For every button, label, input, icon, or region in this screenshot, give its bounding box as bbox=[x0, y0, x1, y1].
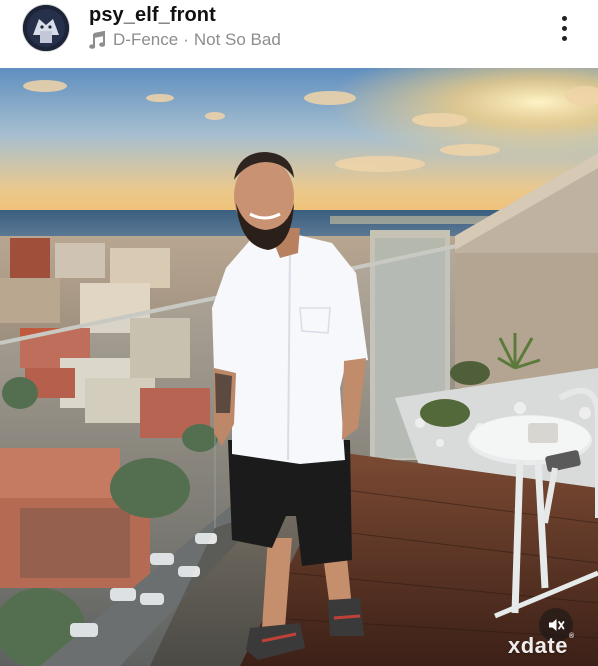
more-options-button[interactable] bbox=[548, 10, 580, 46]
post-photo[interactable]: xdate® bbox=[0, 68, 598, 666]
sunset-rooftop-image bbox=[0, 68, 598, 666]
post-header: psy_elf_front D-Fence · Not So Bad bbox=[0, 0, 598, 68]
watermark: xdate® bbox=[508, 633, 575, 658]
avatar-image bbox=[23, 5, 69, 51]
more-vertical-icon bbox=[561, 15, 567, 21]
music-track: Not So Bad bbox=[193, 30, 281, 49]
music-note-icon bbox=[89, 31, 105, 49]
speaker-muted-icon bbox=[549, 619, 565, 631]
music-info[interactable]: D-Fence · Not So Bad bbox=[89, 30, 281, 50]
avatar[interactable] bbox=[23, 5, 69, 51]
username[interactable]: psy_elf_front bbox=[89, 4, 216, 27]
music-artist: D-Fence bbox=[113, 30, 179, 49]
music-separator: · bbox=[183, 30, 189, 49]
